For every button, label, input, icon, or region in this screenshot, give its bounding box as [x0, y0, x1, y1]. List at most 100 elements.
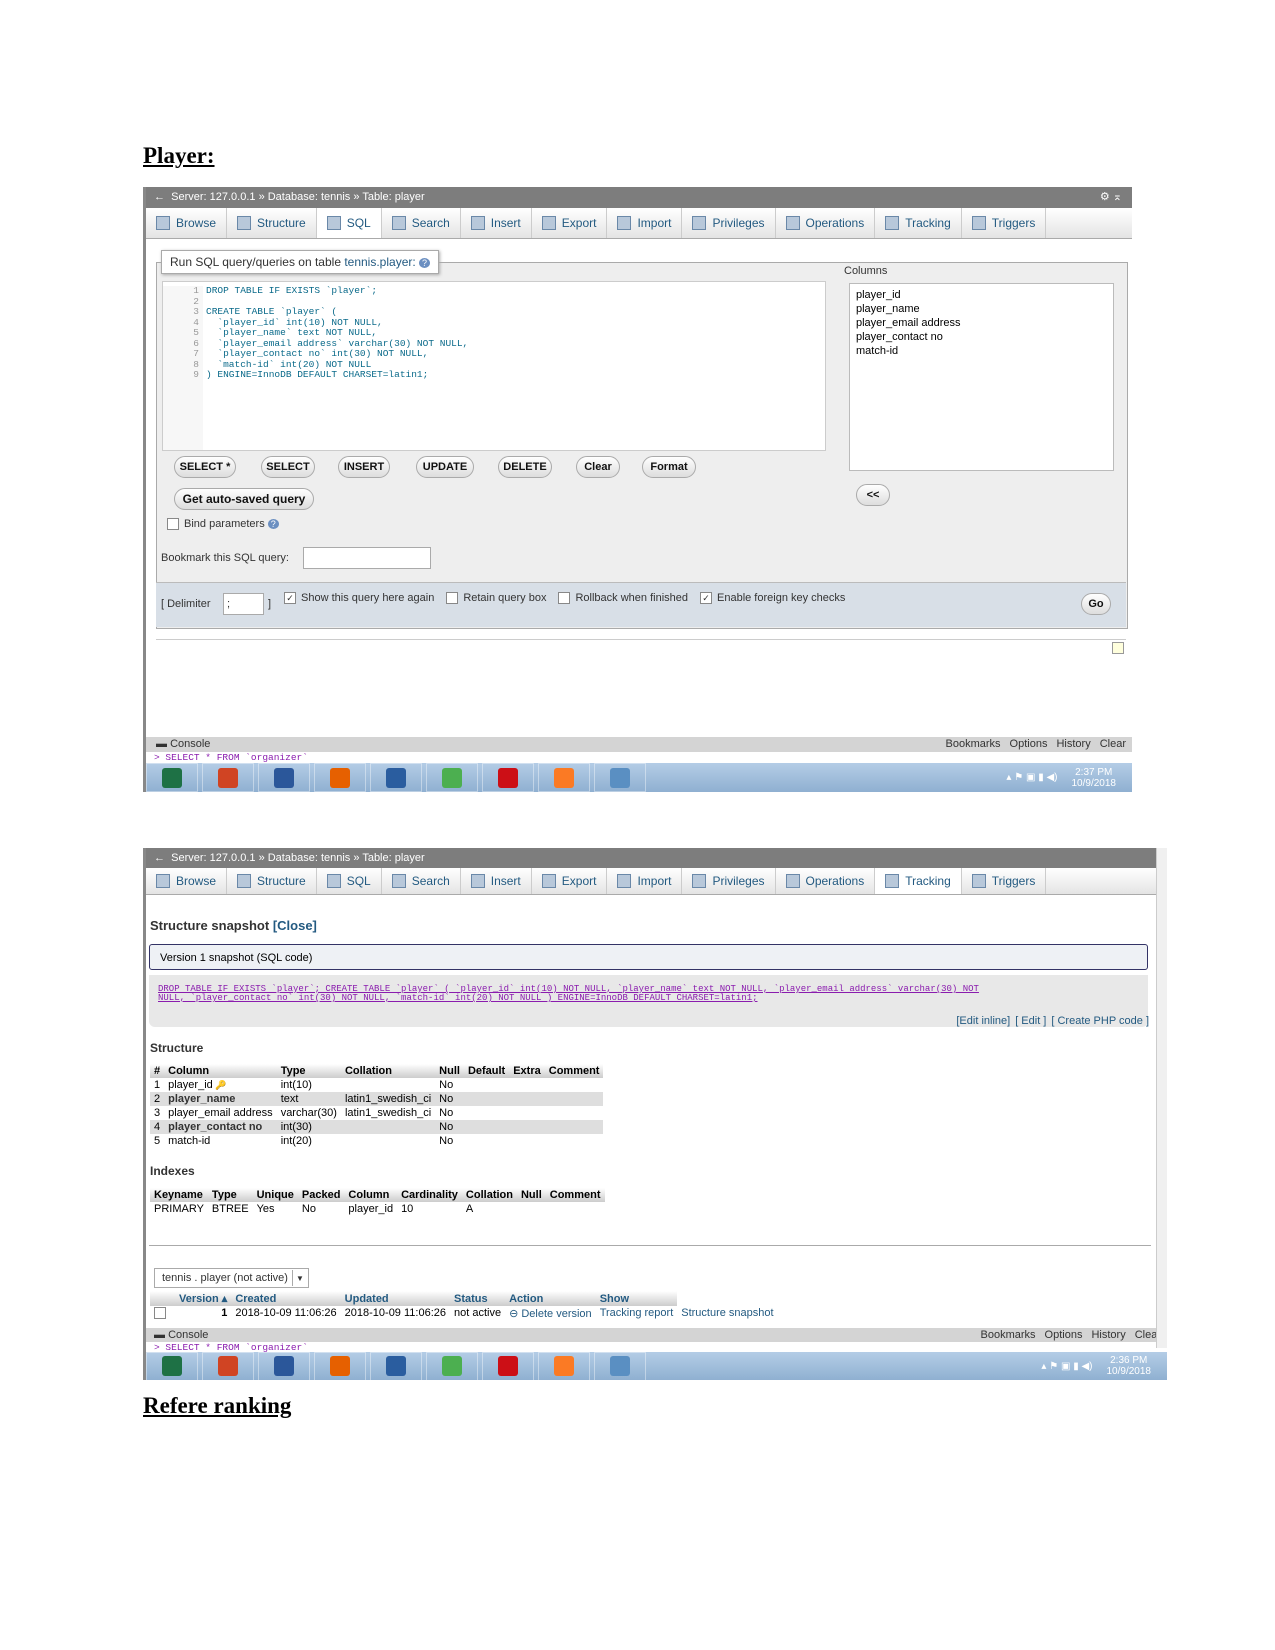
help-icon[interactable]: ?	[419, 258, 431, 268]
tab-privileges[interactable]: Privileges	[682, 208, 776, 238]
tab-structure[interactable]: Structure	[227, 868, 317, 894]
taskbar-word[interactable]	[258, 1351, 310, 1380]
tab-import[interactable]: Import	[607, 868, 683, 894]
column-header[interactable]: Comment	[544, 1064, 604, 1078]
column-header[interactable]: Created	[231, 1291, 341, 1306]
tab-browse[interactable]: Browse	[146, 208, 228, 238]
settings-icon[interactable]: ⚙ ⌅	[1100, 187, 1122, 208]
tab-triggers[interactable]: Triggers	[962, 208, 1047, 238]
column-header[interactable]: Show	[595, 1291, 678, 1306]
scrollbar[interactable]	[1156, 848, 1167, 1348]
edit-link[interactable]: [ Edit ]	[1015, 1015, 1046, 1027]
column-header[interactable]: Collation	[340, 1064, 436, 1078]
table-link[interactable]: tennis.player:	[344, 255, 415, 269]
column-header[interactable]: Action	[505, 1291, 596, 1306]
tab-operations[interactable]: Operations	[776, 868, 876, 894]
query-button-format[interactable]: Format	[642, 456, 696, 478]
option-checkbox[interactable]: ✓	[284, 592, 296, 605]
tab-triggers[interactable]: Triggers	[962, 868, 1047, 894]
console-link-options[interactable]: Options	[1045, 1329, 1083, 1341]
tab-browse[interactable]: Browse	[146, 868, 228, 894]
option-checkbox[interactable]	[446, 592, 459, 605]
taskbar-excel[interactable]	[146, 763, 198, 792]
table-cell[interactable]: Tracking report	[596, 1306, 678, 1320]
taskbar-photos[interactable]	[594, 763, 646, 792]
option-1[interactable]: Retain query box	[446, 592, 546, 605]
taskbar-photos[interactable]	[594, 1351, 646, 1380]
column-header[interactable]: Version ▴	[175, 1291, 232, 1306]
tab-operations[interactable]: Operations	[776, 208, 876, 238]
column-header[interactable]: Collation	[461, 1188, 517, 1202]
bind-parameters-checkbox[interactable]	[167, 518, 179, 531]
taskbar-xampp[interactable]	[538, 1351, 590, 1380]
go-button[interactable]: Go	[1081, 593, 1111, 615]
column-header[interactable]: Updated	[340, 1291, 450, 1306]
column-header[interactable]: Null	[435, 1064, 464, 1078]
console-link-bookmarks[interactable]: Bookmarks	[981, 1329, 1036, 1341]
collapse-icon[interactable]	[1112, 642, 1124, 654]
console-label[interactable]: Console	[168, 1329, 208, 1341]
column-header[interactable]: Column	[344, 1188, 398, 1202]
tab-privileges[interactable]: Privileges	[682, 868, 776, 894]
close-link[interactable]: [Close]	[273, 918, 317, 933]
console-link-bookmarks[interactable]: Bookmarks	[946, 738, 1001, 750]
query-button-delete[interactable]: DELETE	[498, 456, 552, 478]
sql-editor[interactable]: 123456789 DROP TABLE IF EXISTS `player`;…	[162, 281, 826, 451]
columns-list[interactable]: player_id player_name player_email address…	[849, 283, 1114, 471]
table-select[interactable]: tennis . player (not active) ▼	[154, 1268, 309, 1288]
tab-tracking[interactable]: Tracking	[875, 868, 962, 894]
column-header[interactable]: Keyname	[150, 1188, 208, 1202]
table-cell[interactable]: ⊖ Delete version	[505, 1306, 596, 1320]
taskbar-xampp[interactable]	[538, 763, 590, 792]
table-cell[interactable]: Structure snapshot	[677, 1306, 777, 1320]
column-header[interactable]: Packed	[297, 1188, 345, 1202]
query-button-insert[interactable]: INSERT	[338, 456, 390, 478]
column-header[interactable]: Type	[276, 1064, 341, 1078]
option-3[interactable]: ✓ Enable foreign key checks	[700, 592, 845, 605]
column-item[interactable]: player_id	[856, 288, 1107, 302]
tab-structure[interactable]: Structure	[227, 208, 317, 238]
column-header[interactable]: Extra	[509, 1064, 545, 1078]
row-checkbox[interactable]	[154, 1307, 166, 1320]
option-0[interactable]: ✓ Show this query here again	[284, 592, 434, 605]
column-item[interactable]: match-id	[856, 344, 1107, 358]
chevron-down-icon[interactable]: ▼	[291, 1270, 307, 1286]
column-header[interactable]: Default	[463, 1064, 510, 1078]
get-autosaved-query-button[interactable]: Get auto-saved query	[174, 488, 314, 510]
taskbar-chrome[interactable]	[426, 1351, 478, 1380]
edit-link[interactable]: [ Create PHP code ]	[1051, 1015, 1149, 1027]
taskbar-thunderbird[interactable]	[370, 763, 422, 792]
insert-column-button[interactable]: <<	[856, 484, 890, 506]
taskbar-powerpoint[interactable]	[202, 763, 254, 792]
edit-link[interactable]: [Edit inline]	[956, 1015, 1010, 1027]
tray-icons[interactable]: ▴ ⚑ ▣ ▮ ◀)	[1006, 772, 1057, 783]
console-link-history[interactable]: History	[1091, 1329, 1125, 1341]
option-checkbox[interactable]	[558, 592, 571, 605]
column-header[interactable]: Type	[207, 1188, 253, 1202]
tab-export[interactable]: Export	[532, 208, 608, 238]
help-icon[interactable]: ?	[267, 519, 279, 529]
query-button-clear[interactable]: Clear	[576, 456, 620, 478]
taskbar-thunderbird[interactable]	[370, 1351, 422, 1380]
bind-parameters[interactable]: Bind parameters ?	[167, 518, 279, 531]
column-item[interactable]: player_email address	[856, 316, 1107, 330]
tab-tracking[interactable]: Tracking	[875, 208, 962, 238]
tab-insert[interactable]: Insert	[461, 868, 532, 894]
column-header[interactable]: #	[150, 1064, 165, 1078]
taskbar-powerpoint[interactable]	[202, 1351, 254, 1380]
column-header[interactable]	[150, 1291, 175, 1306]
column-header[interactable]: Cardinality	[397, 1188, 462, 1202]
query-button-select[interactable]: SELECT *	[174, 456, 236, 478]
tab-export[interactable]: Export	[532, 868, 608, 894]
console-link-options[interactable]: Options	[1010, 738, 1048, 750]
console-link-clear[interactable]: Clear	[1100, 738, 1126, 750]
bookmark-input[interactable]	[303, 547, 431, 569]
console-label[interactable]: Console	[170, 738, 210, 750]
taskbar-firefox[interactable]	[314, 763, 366, 792]
tab-search[interactable]: Search	[382, 208, 461, 238]
tray-icons[interactable]: ▴ ⚑ ▣ ▮ ◀)	[1041, 1361, 1092, 1372]
tab-search[interactable]: Search	[382, 868, 461, 894]
taskbar-word[interactable]	[258, 763, 310, 792]
tab-sql[interactable]: SQL	[316, 208, 382, 238]
delimiter-input[interactable]: ;	[223, 593, 264, 615]
